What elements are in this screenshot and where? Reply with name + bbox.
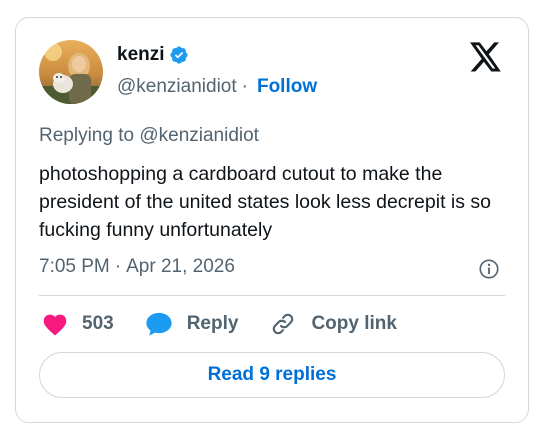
tweet-text: photoshopping a cardboard cutout to make… — [39, 163, 492, 241]
tweet-date: Apr 21, 2026 — [126, 256, 235, 277]
info-icon[interactable] — [478, 258, 500, 280]
author-name-row: kenzi — [117, 44, 189, 66]
tweet-timestamp[interactable]: 7:05 PM · Apr 21, 2026 — [39, 256, 235, 278]
tweet-card: kenzi @kenzianidiot · Follow Replying to… — [15, 17, 529, 423]
verified-badge-icon — [169, 46, 188, 64]
like-count: 503 — [82, 313, 114, 334]
heart-icon — [43, 314, 67, 336]
x-logo-icon[interactable] — [470, 42, 502, 72]
read-replies-button[interactable]: Read 9 replies — [39, 352, 505, 398]
author-display-name[interactable]: kenzi — [117, 44, 165, 66]
like-button[interactable]: 503 — [42, 312, 114, 336]
link-icon — [273, 313, 294, 335]
copy-link-label: Copy link — [311, 313, 397, 334]
divider — [39, 295, 505, 296]
reply-button[interactable]: Reply — [145, 311, 239, 337]
replying-to-text: Replying to @kenzianidiot — [39, 125, 259, 146]
tweet-time: 7:05 PM — [39, 256, 110, 277]
follow-button[interactable]: Follow — [257, 76, 317, 98]
reply-label: Reply — [186, 313, 239, 334]
author-handle-row: @kenzianidiot · Follow — [117, 76, 317, 98]
author-handle[interactable]: @kenzianidiot — [117, 76, 237, 98]
reply-bubble-icon — [146, 312, 172, 336]
copy-link-button[interactable]: Copy link — [269, 311, 397, 337]
avatar[interactable] — [39, 40, 103, 104]
separator-dot: · — [114, 256, 122, 277]
action-bar: 503 Reply Copy link — [42, 311, 428, 337]
avatar-image — [39, 40, 103, 104]
separator-dot: · — [241, 76, 248, 97]
